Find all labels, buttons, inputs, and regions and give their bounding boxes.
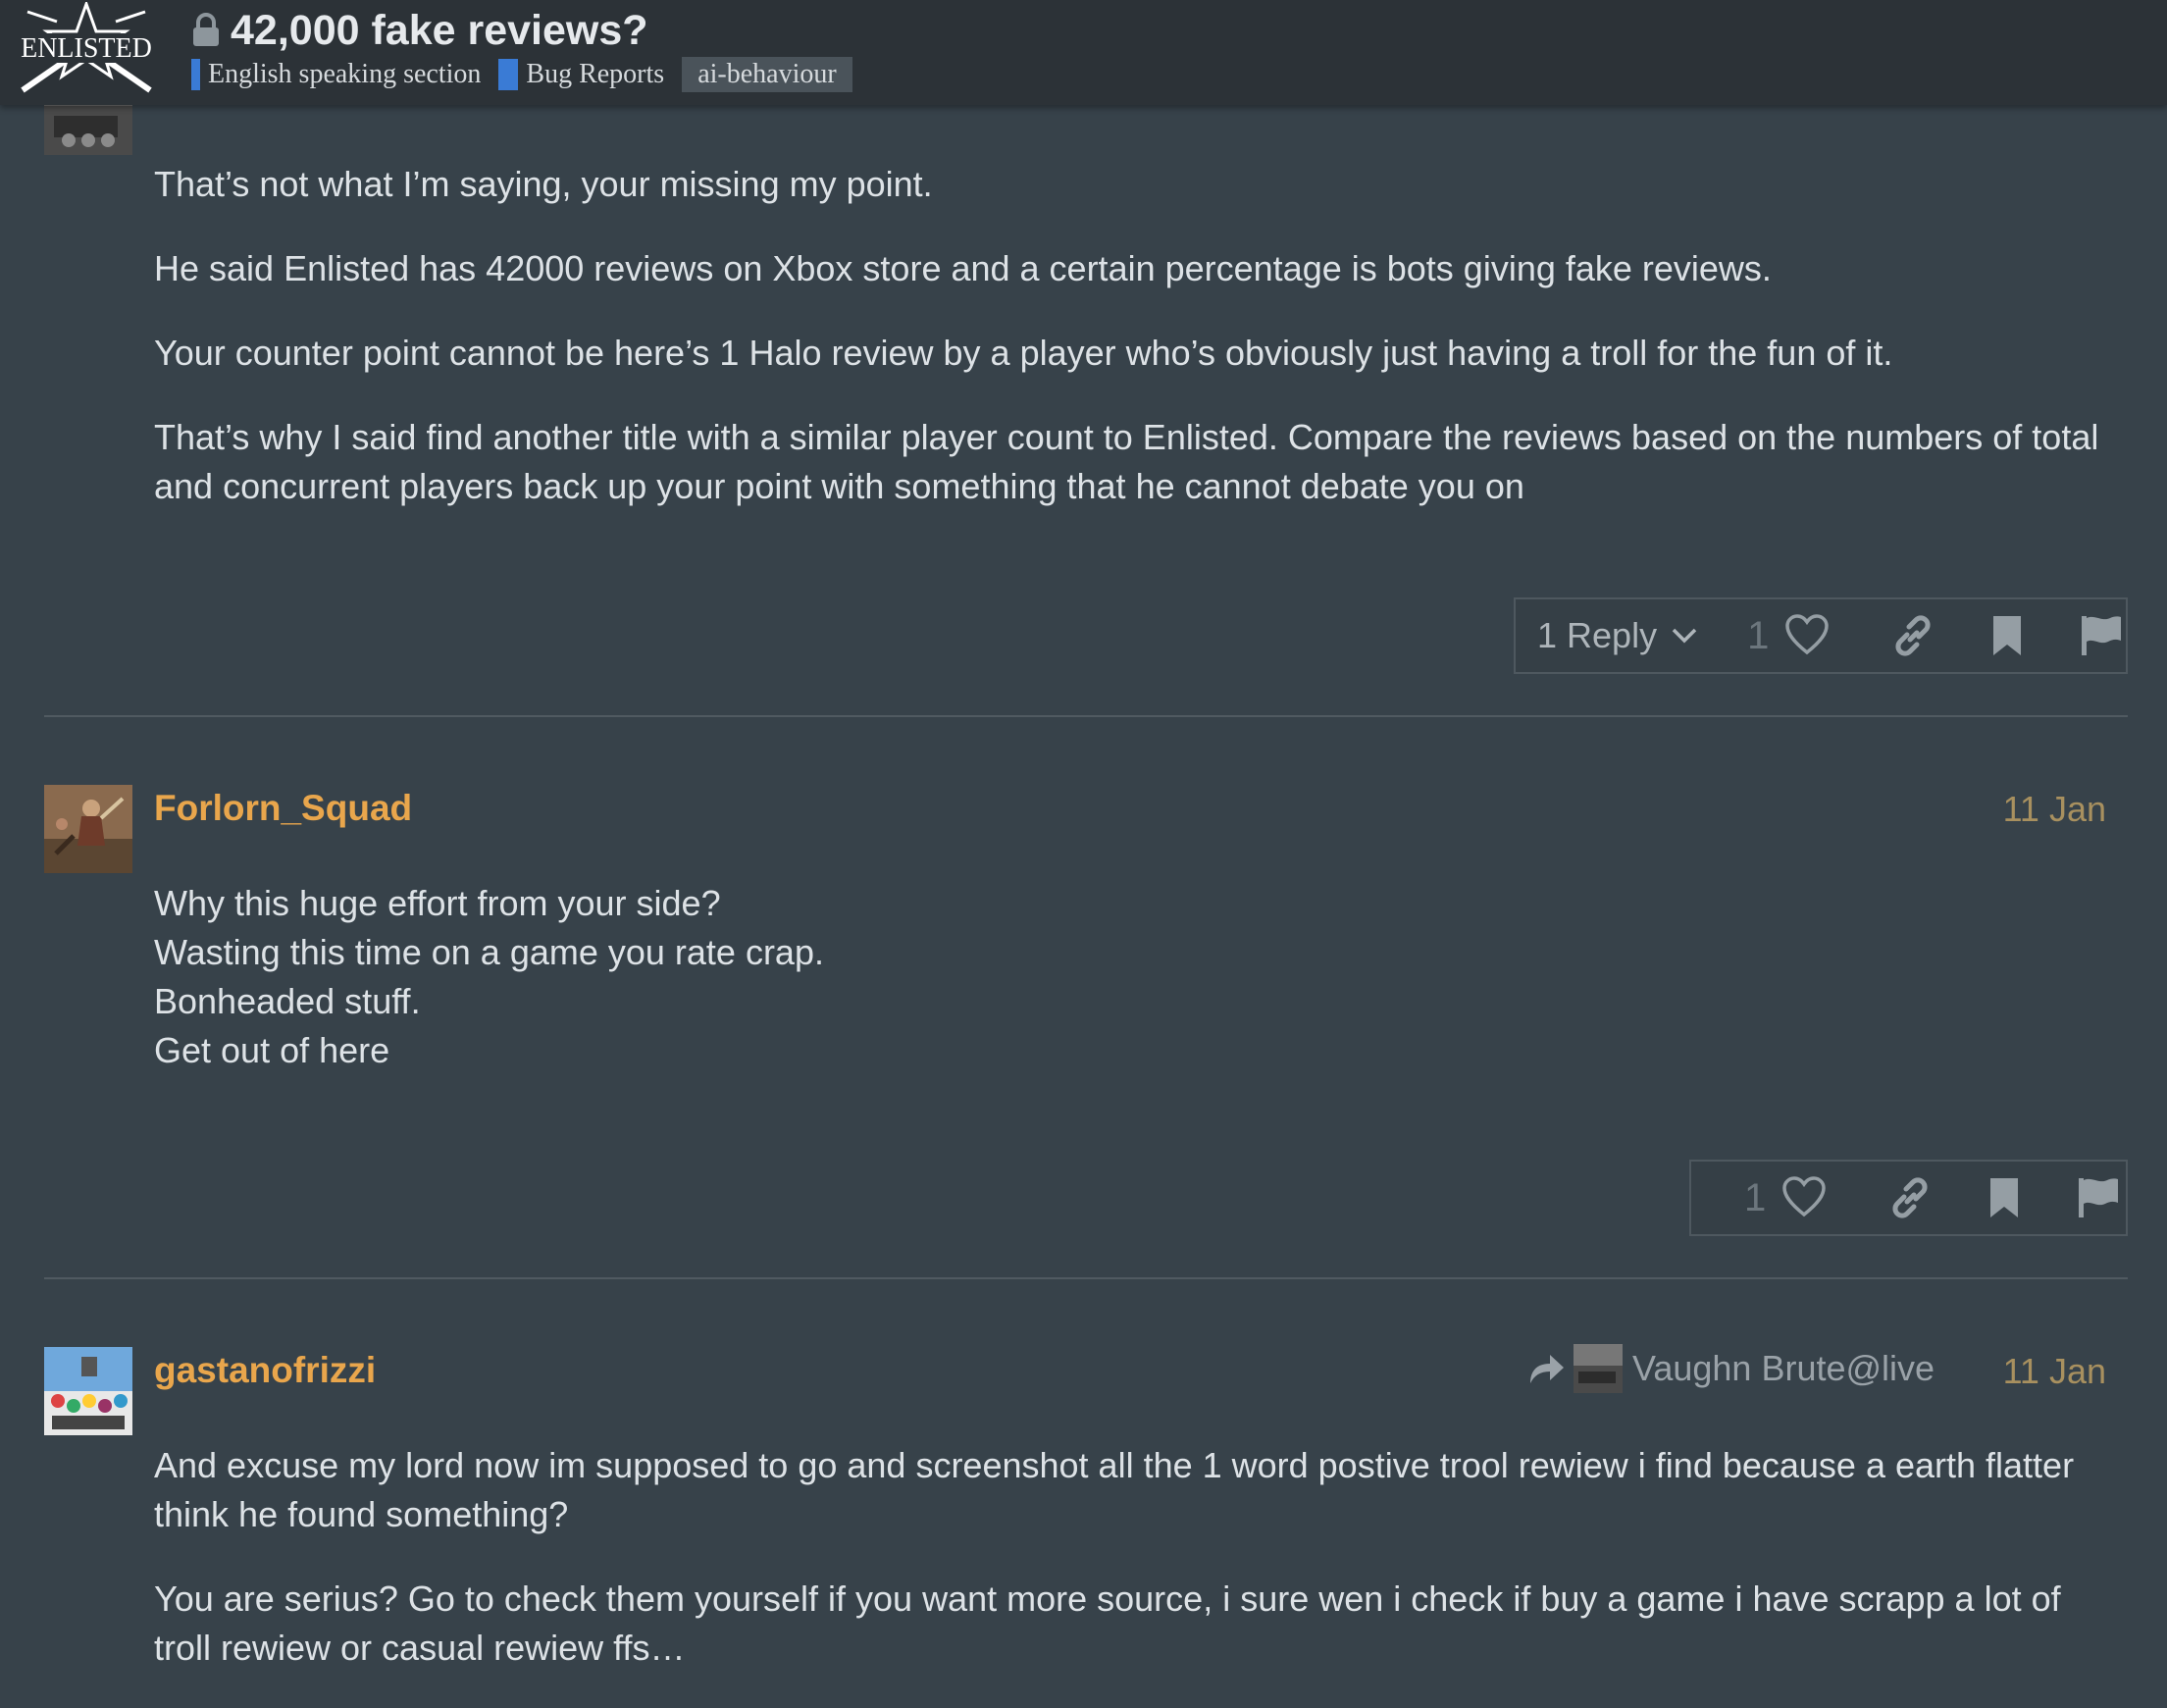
heart-icon: [1781, 1175, 1827, 1220]
category-color-swatch: [498, 59, 519, 90]
post-actions: 1: [1689, 1160, 2128, 1236]
topic-header: ENLISTED 42,000 fake reviews? English sp…: [0, 0, 2167, 105]
flag-icon[interactable]: [2076, 1175, 2121, 1220]
username[interactable]: Forlorn_Squad: [154, 788, 412, 829]
topic-title[interactable]: 42,000 fake reviews?: [231, 7, 648, 55]
post-date[interactable]: 11 Jan: [2003, 1351, 2106, 1392]
like-count: 1: [1744, 1175, 1767, 1219]
post-paragraph: He said Enlisted has 42000 reviews on Xb…: [154, 248, 1772, 288]
flag-icon[interactable]: [2079, 613, 2124, 658]
category-row: English speaking section Bug Reports ai-…: [191, 57, 852, 92]
post-body: That’s not what I’m saying, your missing…: [154, 160, 2106, 546]
category-bug-reports[interactable]: Bug Reports: [498, 59, 664, 90]
title-row: 42,000 fake reviews?: [191, 6, 648, 55]
like-count: 1: [1747, 613, 1770, 657]
post-divider: [44, 715, 2128, 717]
username[interactable]: gastanofrizzi: [154, 1350, 376, 1391]
reply-arrow-icon: [1528, 1352, 1566, 1385]
post-body: Why this huge effort from your side? Was…: [154, 879, 2106, 1075]
enlisted-logo[interactable]: ENLISTED: [18, 2, 155, 95]
post-line: Wasting this time on a game you rate cra…: [154, 932, 824, 972]
post-actions: 1 Reply 1: [1514, 597, 2128, 674]
bookmark-icon[interactable]: [1985, 613, 2030, 658]
post-divider: [44, 1277, 2128, 1279]
topic-stream: That’s not what I’m saying, your missing…: [0, 0, 2167, 1674]
like-button[interactable]: 1: [1744, 1175, 1827, 1220]
post-paragraph: That’s not what I’m saying, your missing…: [154, 164, 933, 204]
post-paragraph: You are serius? Go to check them yoursel…: [154, 1579, 2061, 1668]
post-paragraph: And excuse my lord now im supposed to go…: [154, 1445, 2075, 1534]
category-label: Bug Reports: [526, 59, 665, 89]
category-label: English speaking section: [208, 59, 482, 89]
logo-text: ENLISTED: [21, 33, 152, 64]
post-paragraph: Your counter point cannot be here’s 1 Ha…: [154, 333, 1893, 373]
post-paragraph: That’s why I said find another title wit…: [154, 417, 2099, 506]
post-line: Get out of here: [154, 1030, 390, 1070]
tag-ai-behaviour[interactable]: ai-behaviour: [682, 57, 852, 92]
heart-icon: [1784, 613, 1830, 658]
category-color-swatch: [191, 59, 200, 90]
reply-to-indicator[interactable]: Vaughn Brute@live: [1528, 1344, 1935, 1393]
lock-icon: [191, 13, 221, 48]
link-icon[interactable]: [1887, 1175, 1933, 1220]
avatar: [1574, 1344, 1623, 1393]
post-line: Bonheaded stuff.: [154, 981, 421, 1021]
avatar[interactable]: [44, 1347, 132, 1435]
post-body: And excuse my lord now im supposed to go…: [154, 1441, 2106, 1708]
chevron-down-icon: [1671, 626, 1698, 646]
category-english-speaking-section[interactable]: English speaking section: [191, 59, 481, 90]
reply-to-username: Vaughn Brute@live: [1632, 1348, 1935, 1388]
post-line: Why this huge effort from your side?: [154, 883, 721, 923]
like-button[interactable]: 1: [1747, 613, 1830, 658]
post-date[interactable]: 11 Jan: [2003, 789, 2106, 830]
replies-label: 1 Reply: [1537, 615, 1658, 655]
bookmark-icon[interactable]: [1982, 1175, 2027, 1220]
replies-button[interactable]: 1 Reply: [1516, 615, 1698, 656]
link-icon[interactable]: [1890, 613, 1935, 658]
avatar[interactable]: [44, 785, 132, 873]
